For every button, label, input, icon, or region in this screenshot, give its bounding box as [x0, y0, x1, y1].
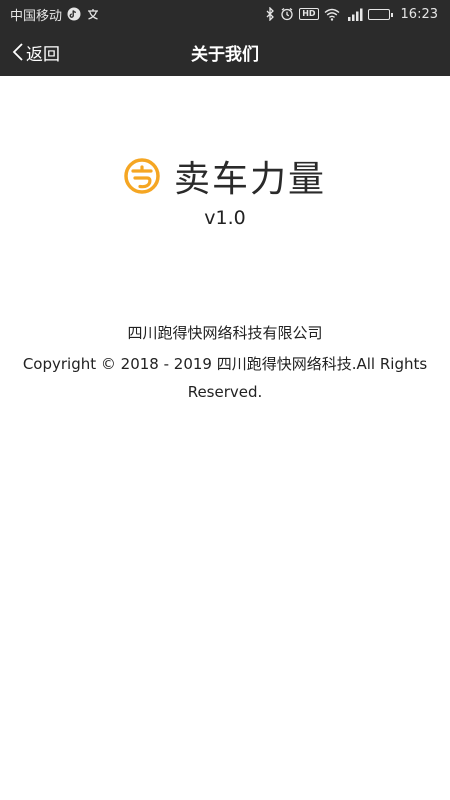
- status-bar-right: HD 16:23: [265, 7, 438, 22]
- hd-badge: HD: [299, 8, 319, 20]
- tiktok-icon: [67, 7, 81, 21]
- status-bar: 中国移动 HD 16:23: [0, 0, 450, 28]
- app-name: 卖车力量: [173, 159, 326, 200]
- back-button-label: 返回: [26, 44, 60, 65]
- bluetooth-icon: [265, 7, 275, 21]
- translate-icon: [86, 7, 100, 21]
- copyright-text: Copyright © 2018 - 2019 四川跑得快网络科技.All Ri…: [22, 355, 428, 401]
- app-header: 卖车力量: [0, 150, 450, 202]
- navigation-bar: 返回 关于我们: [0, 28, 450, 76]
- company-name: 四川跑得快网络科技有限公司: [127, 324, 323, 342]
- brand-logo-icon: [124, 158, 160, 194]
- back-button[interactable]: 返回: [12, 28, 60, 76]
- status-time: 16:23: [400, 6, 438, 22]
- alarm-icon: [280, 7, 294, 21]
- wifi-icon: [324, 8, 340, 21]
- app-version: v1.0: [204, 207, 246, 229]
- page-title: 关于我们: [191, 44, 259, 65]
- battery-icon: [367, 8, 393, 20]
- status-bar-left: 中国移动: [10, 5, 100, 24]
- chevron-left-icon: [12, 42, 24, 62]
- carrier-label: 中国移动: [10, 8, 63, 24]
- signal-icon: [345, 8, 363, 21]
